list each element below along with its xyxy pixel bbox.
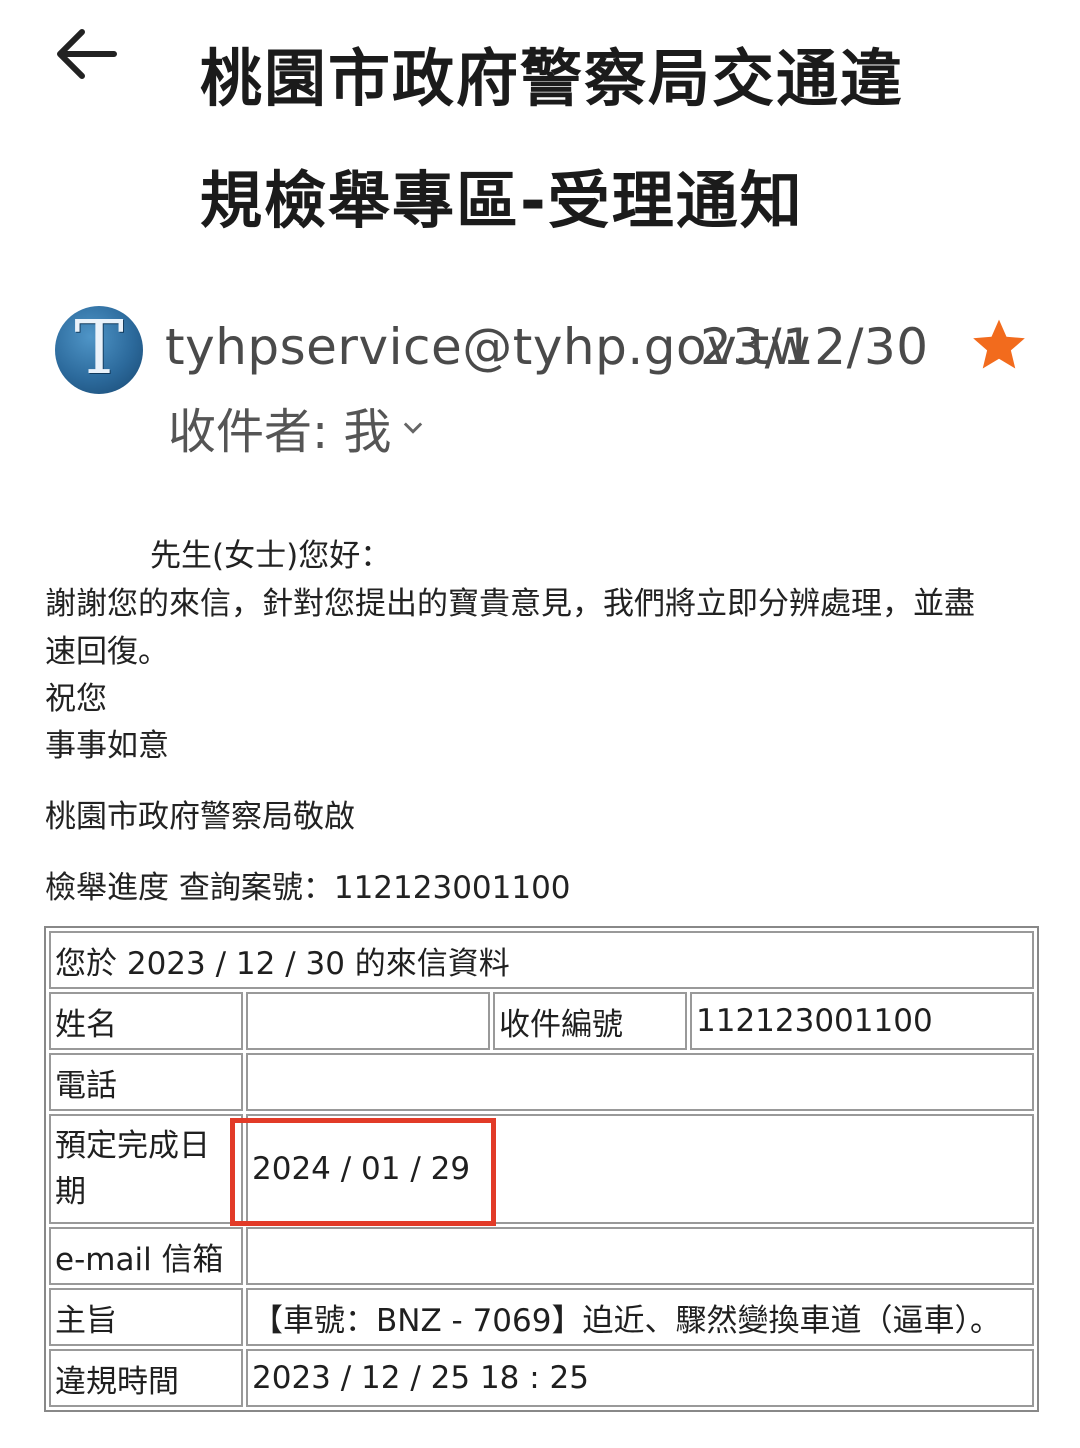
closing-line-1: 祝您 [45, 681, 107, 717]
greeting: 先生(女士)您好： [150, 538, 392, 574]
submission-table: 您於 2023 / 12 / 30 的來信資料 姓名 收件編號 11212300… [44, 926, 1039, 1412]
table-row: 違規時間 2023 / 12 / 25 18 : 25 [49, 1349, 1034, 1407]
name-label: 姓名 [49, 992, 243, 1050]
email-label: e-mail 信箱 [49, 1227, 243, 1285]
table-row: 電話 [49, 1053, 1034, 1111]
name-value [246, 992, 490, 1050]
recipient-label: 收件者: 我 [168, 404, 392, 460]
back-button[interactable] [52, 24, 122, 84]
phone-value [246, 1053, 1034, 1111]
signature: 桃園市政府警察局敬啟 [45, 799, 355, 835]
receipt-value: 112123001100 [690, 992, 1034, 1050]
avatar-letter: T [74, 305, 124, 391]
phone-label: 電話 [49, 1053, 243, 1111]
table-row: 主旨 【車號：BNZ - 7069】迫近、驟然變換車道（逼車）。 [49, 1288, 1034, 1346]
subject-label: 主旨 [49, 1288, 243, 1346]
table-row: 預定完成日期 2024 / 01 / 29 [49, 1114, 1034, 1224]
subject-value: 【車號：BNZ - 7069】迫近、驟然變換車道（逼車）。 [246, 1288, 1034, 1346]
arrow-left-icon [57, 29, 117, 79]
table-row: 姓名 收件編號 112123001100 [49, 992, 1034, 1050]
table-row: 您於 2023 / 12 / 30 的來信資料 [49, 931, 1034, 989]
subject-line-1: 桃園市政府警察局交通違 [200, 42, 905, 115]
recipient-toggle[interactable]: 收件者: 我 [168, 392, 427, 462]
due-date-highlight-box [230, 1118, 496, 1226]
table-row: e-mail 信箱 [49, 1227, 1034, 1285]
receipt-label: 收件編號 [493, 992, 687, 1050]
subject-line-2: 規檢舉專區-受理通知 [200, 164, 804, 237]
star-button[interactable] [968, 314, 1030, 376]
mail-date: 23/12/30 [700, 318, 929, 376]
due-date-label: 預定完成日期 [49, 1114, 243, 1224]
body-paragraph-line-2: 速回復。 [45, 634, 169, 670]
chevron-down-icon [404, 422, 423, 434]
email-value [246, 1227, 1034, 1285]
email-subject: 桃園市政府警察局交通違 規檢舉專區-受理通知 [200, 18, 1000, 262]
closing-line-2: 事事如意 [45, 728, 169, 764]
case-query: 檢舉進度 查詢案號：112123001100 [45, 870, 571, 906]
body-paragraph-line-1: 謝謝您的來信，針對您提出的寶貴意見，我們將立即分辨處理，並盡 [45, 586, 975, 622]
violation-time-label: 違規時間 [49, 1349, 243, 1407]
violation-time-value: 2023 / 12 / 25 18 : 25 [246, 1349, 1034, 1407]
star-icon [973, 319, 1025, 369]
sender-avatar[interactable]: T [55, 306, 143, 394]
table-caption: 您於 2023 / 12 / 30 的來信資料 [49, 931, 1034, 989]
